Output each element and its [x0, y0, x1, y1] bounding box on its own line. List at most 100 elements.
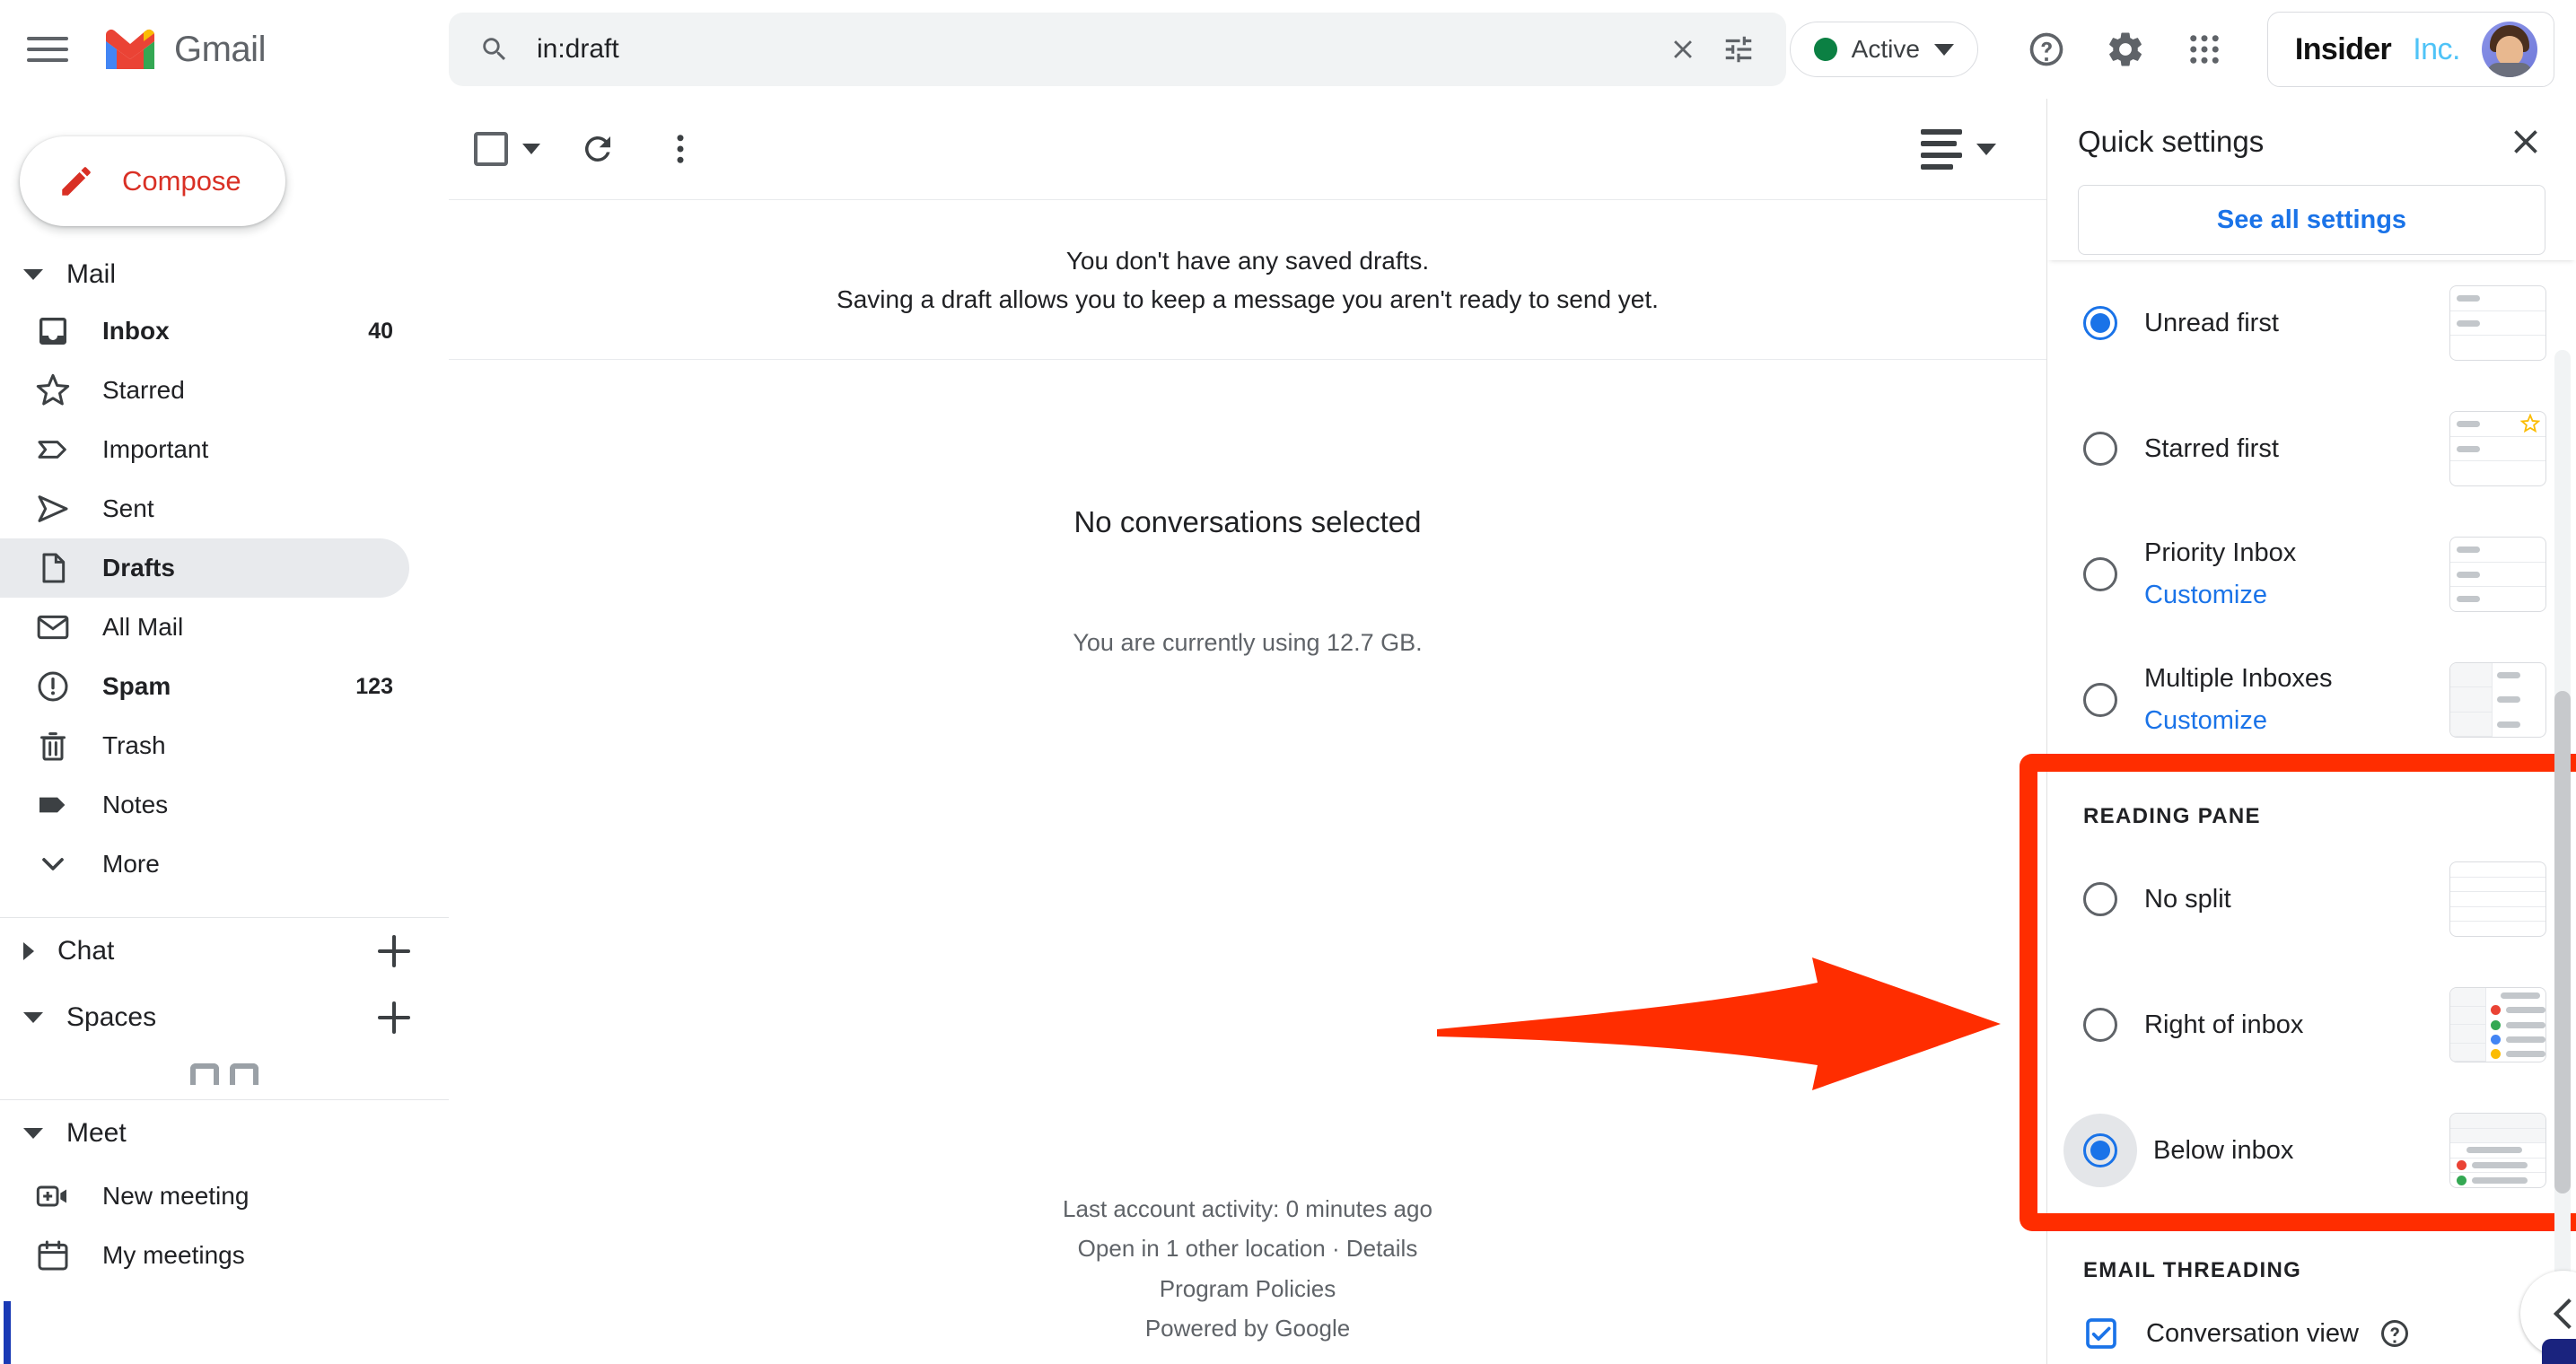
add-space-button[interactable]	[373, 997, 415, 1038]
divider	[449, 358, 2046, 360]
spaces-placeholder-icon	[0, 1063, 449, 1085]
add-chat-button[interactable]	[373, 931, 415, 972]
checkbox-checked-icon[interactable]	[2083, 1316, 2119, 1351]
inbox-type-option-unread-first[interactable]: Unread first	[2047, 260, 2576, 386]
sidebar-item-important[interactable]: Important	[0, 420, 409, 479]
reading-pane-option-no-split[interactable]: No split	[2047, 836, 2576, 962]
see-all-settings-label: See all settings	[2216, 205, 2407, 234]
open-other-location-details[interactable]: Open in 1 other location · Details	[449, 1228, 2046, 1268]
search-input[interactable]	[537, 34, 1668, 65]
google-apps-button[interactable]	[2174, 19, 2235, 80]
inbox-type-option-priority-inbox[interactable]: Priority Inbox Customize	[2047, 512, 2576, 637]
no-split-thumb	[2449, 861, 2546, 937]
option-label: Priority Inbox	[2144, 538, 2297, 567]
refresh-button[interactable]	[573, 124, 623, 174]
sidebar-item-trash[interactable]: Trash	[0, 716, 409, 775]
chevron-down-icon	[23, 1012, 43, 1023]
sidebar-item-inbox[interactable]: Inbox 40	[0, 302, 409, 361]
gmail-app: Gmail Active	[0, 0, 2576, 1364]
sidebar-item-all-mail[interactable]: All Mail	[0, 598, 409, 657]
below-inbox-thumb	[2449, 1113, 2546, 1188]
status-active-button[interactable]: Active	[1789, 22, 1978, 77]
help-button[interactable]	[2016, 19, 2077, 80]
sidebar-item-drafts[interactable]: Drafts	[0, 538, 409, 598]
radio-button[interactable]	[2083, 1008, 2117, 1042]
radio-button[interactable]	[2083, 306, 2117, 340]
customize-link[interactable]: Customize	[2144, 706, 2267, 736]
empty-drafts-line1: You don't have any saved drafts.	[1065, 247, 1430, 275]
mail-section-header[interactable]: Mail	[0, 248, 449, 302]
sidebar-item-label: New meeting	[102, 1182, 250, 1210]
sidebar-item-spam[interactable]: Spam 123	[0, 657, 409, 716]
see-all-settings-button[interactable]: See all settings	[2078, 185, 2545, 255]
chevron-down-icon	[1933, 43, 1954, 56]
option-label: No split	[2144, 884, 2231, 914]
search-options-icon[interactable]	[1722, 32, 1756, 66]
close-icon[interactable]	[2506, 122, 2545, 162]
radio-button[interactable]	[2083, 683, 2117, 717]
quick-settings-body: Unread first Starred first Priority Inbo…	[2047, 260, 2576, 1364]
radio-highlight[interactable]	[2063, 1114, 2137, 1187]
quick-settings-panel: Quick settings See all settings Unread f…	[2046, 99, 2576, 1364]
account-brand-chip[interactable]: Insider Inc.	[2266, 12, 2554, 87]
conversation-view-row[interactable]: Conversation view	[2047, 1290, 2576, 1364]
program-policies-link[interactable]: Program Policies	[449, 1269, 2046, 1308]
sidebar-item-starred[interactable]: Starred	[0, 361, 409, 420]
sidebar-item-notes[interactable]: Notes	[0, 775, 409, 835]
close-icon[interactable]	[1668, 34, 1698, 65]
chat-section-header[interactable]: Chat	[0, 918, 449, 984]
option-label: Unread first	[2144, 308, 2279, 337]
brand-name-bold: Insider	[2294, 31, 2392, 66]
option-label: Multiple Inboxes	[2144, 664, 2333, 693]
label-icon	[34, 786, 72, 824]
gmail-logo[interactable]: Gmail	[102, 28, 266, 71]
draft-icon	[34, 549, 72, 587]
sidebar-item-my-meetings[interactable]: My meetings	[0, 1226, 409, 1285]
quick-settings-scrollbar[interactable]	[2554, 350, 2571, 1364]
sidebar-item-label: Spam	[102, 672, 171, 700]
radio-button[interactable]	[2083, 1133, 2117, 1167]
pencil-icon	[62, 167, 91, 196]
empty-drafts-line2: Saving a draft allows you to keep a mess…	[837, 285, 1659, 314]
compose-button[interactable]: Compose	[20, 136, 285, 226]
select-all-checkbox[interactable]	[474, 132, 508, 166]
star-icon	[34, 372, 72, 409]
radio-button[interactable]	[2083, 882, 2117, 916]
chevron-down-icon[interactable]	[522, 144, 540, 154]
search-bar[interactable]	[449, 13, 1786, 86]
sidebar-item-more[interactable]: More	[0, 835, 409, 894]
more-options-button[interactable]	[655, 124, 705, 174]
chevron-down-icon	[34, 845, 72, 883]
chat-section-label: Chat	[57, 936, 115, 966]
mail-icon	[34, 608, 72, 646]
inbox-type-option-starred-first[interactable]: Starred first	[2047, 386, 2576, 512]
gear-icon	[2109, 32, 2142, 66]
spaces-section-header[interactable]: Spaces	[0, 984, 449, 1051]
sidebar-item-new-meeting[interactable]: New meeting	[0, 1167, 409, 1226]
settings-button[interactable]	[2095, 19, 2156, 80]
meet-section-header[interactable]: Meet	[0, 1100, 449, 1167]
search-icon	[483, 38, 506, 61]
brand-name-light: Inc.	[2413, 31, 2460, 66]
email-threading-heading: EMAIL THREADING	[2083, 1258, 2302, 1282]
sidebar-item-sent[interactable]: Sent	[0, 479, 409, 538]
help-circle-icon[interactable]	[2379, 1317, 2411, 1350]
avatar[interactable]	[2482, 22, 2537, 77]
inbox-icon	[34, 312, 72, 350]
chevron-down-icon	[23, 269, 43, 280]
inbox-type-option-multiple-inboxes[interactable]: Multiple Inboxes Customize	[2047, 637, 2576, 763]
hamburger-menu-icon[interactable]	[27, 29, 68, 70]
multiple-inboxes-thumb	[2449, 662, 2546, 738]
customize-link[interactable]: Customize	[2144, 581, 2267, 610]
google-apps-grid-icon	[2190, 35, 2219, 64]
sidebar-item-label: Important	[102, 435, 209, 463]
reading-pane-option-below-inbox[interactable]: Below inbox	[2047, 1088, 2576, 1213]
storage-usage-text: You are currently using 12.7 GB.	[1073, 628, 1423, 656]
sidebar-item-count: 123	[355, 673, 393, 699]
input-density-button[interactable]	[1921, 128, 1996, 170]
radio-button[interactable]	[2083, 557, 2117, 591]
sidebar-item-label: All Mail	[102, 613, 184, 641]
compose-label: Compose	[122, 165, 241, 197]
radio-button[interactable]	[2083, 432, 2117, 466]
reading-pane-option-right-of-inbox[interactable]: Right of inbox	[2047, 962, 2576, 1088]
